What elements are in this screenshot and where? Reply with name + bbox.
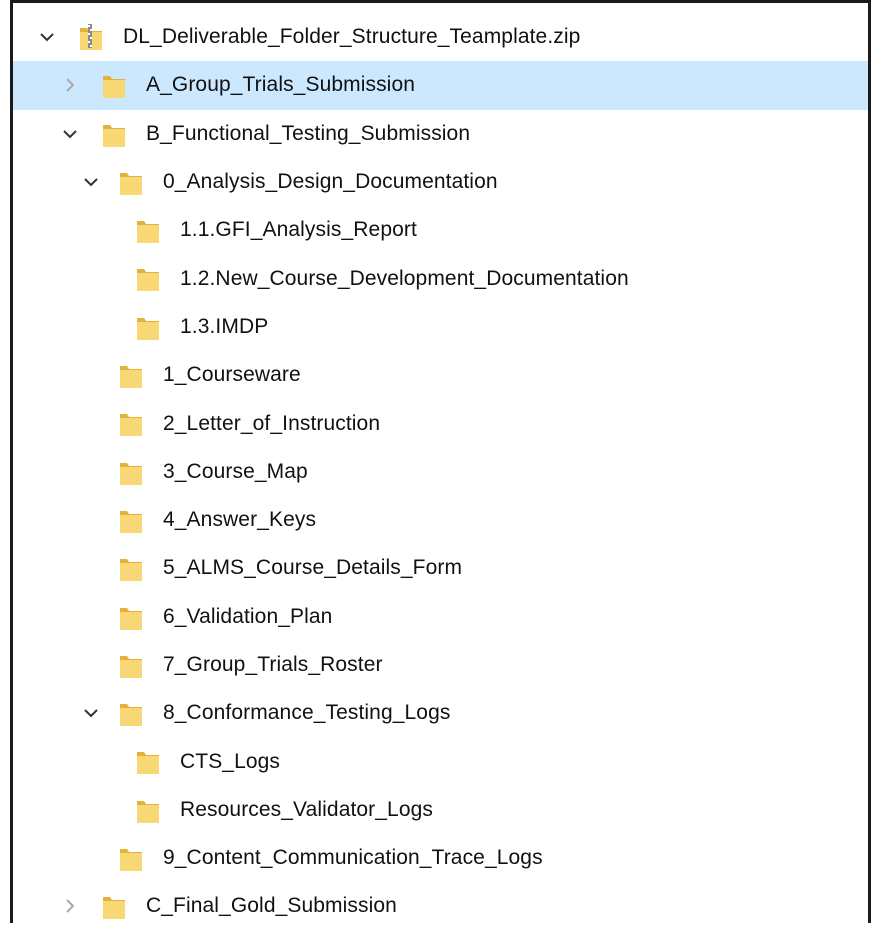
tree-item-label: 1.1.GFI_Analysis_Report	[180, 218, 417, 242]
folder-icon	[135, 312, 161, 342]
tree-item-label: 2_Letter_of_Instruction	[163, 411, 381, 435]
tree-item[interactable]: 0_Analysis_Design_Documentation	[13, 158, 868, 206]
folder-icon	[118, 360, 144, 390]
chevron-down-icon[interactable]	[81, 703, 101, 723]
chevron-right-icon[interactable]	[60, 75, 80, 95]
tree-item[interactable]: 9_Content_Communication_Trace_Logs	[13, 834, 868, 882]
tree-item-label: 1_Courseware	[163, 363, 301, 387]
folder-icon	[101, 891, 127, 921]
tree-item-label: 7_Group_Trials_Roster	[163, 653, 383, 676]
folder-icon	[118, 457, 144, 487]
tree-item[interactable]: 6_Validation_Plan	[13, 593, 868, 641]
folder-icon	[101, 70, 127, 100]
tree-item[interactable]: 7_Group_Trials_Roster	[13, 641, 868, 689]
file-explorer-tree-pane: DL_Deliverable_Folder_Structure_Teamplat…	[10, 0, 871, 923]
folder-icon	[118, 698, 144, 728]
tree-item-label: 9_Content_Communication_Trace_Logs	[163, 846, 543, 870]
tree-item[interactable]: A_Group_Trials_Submission	[13, 61, 868, 110]
folder-icon	[118, 408, 144, 438]
tree-item-label: 8_Conformance_Testing_Logs	[163, 701, 451, 725]
tree-item-label: A_Group_Trials_Submission	[146, 73, 416, 97]
tree-item[interactable]: CTS_Logs	[13, 737, 868, 785]
chevron-down-icon[interactable]	[37, 27, 57, 47]
tree-item[interactable]: 1.3.IMDP	[13, 303, 868, 351]
folder-icon	[135, 746, 161, 776]
tree-item[interactable]: 3_Course_Map	[13, 448, 868, 496]
chevron-right-icon[interactable]	[60, 896, 80, 916]
tree-item-label: 5_ALMS_Course_Details_Form	[163, 556, 463, 580]
tree-item-label: 0_Analysis_Design_Documentation	[163, 170, 498, 194]
tree-item[interactable]: Resources_Validator_Logs	[13, 786, 868, 834]
tree-item-label: C_Final_Gold_Submission	[146, 894, 397, 918]
folder-tree: DL_Deliverable_Folder_Structure_Teamplat…	[13, 13, 868, 931]
tree-item[interactable]: 4_Answer_Keys	[13, 496, 868, 544]
tree-item[interactable]: 1_Courseware	[13, 351, 868, 399]
zip-folder-icon	[78, 22, 104, 52]
tree-item[interactable]: 2_Letter_of_Instruction	[13, 399, 868, 447]
tree-item-label: CTS_Logs	[180, 749, 281, 773]
chevron-down-icon[interactable]	[81, 172, 101, 192]
chevron-down-icon[interactable]	[60, 124, 80, 144]
tree-item-label: 6_Validation_Plan	[163, 604, 333, 628]
folder-icon	[118, 650, 144, 680]
tree-item-label: 3_Course_Map	[163, 459, 308, 483]
tree-item-label: Resources_Validator_Logs	[180, 797, 433, 821]
tree-item[interactable]: C_Final_Gold_Submission	[13, 882, 868, 930]
tree-item[interactable]: B_Functional_Testing_Submission	[13, 110, 868, 158]
folder-icon	[118, 602, 144, 632]
folder-icon	[135, 263, 161, 293]
folder-icon	[118, 553, 144, 583]
tree-item-label: 1.3.IMDP	[180, 314, 269, 338]
folder-icon	[118, 843, 144, 873]
tree-item[interactable]: 1.1.GFI_Analysis_Report	[13, 206, 868, 254]
tree-item-label: B_Functional_Testing_Submission	[146, 121, 471, 145]
tree-item[interactable]: DL_Deliverable_Folder_Structure_Teamplat…	[13, 13, 868, 61]
tree-item-label: DL_Deliverable_Folder_Structure_Teamplat…	[123, 25, 581, 49]
folder-icon	[101, 119, 127, 149]
folder-icon	[118, 167, 144, 197]
tree-item[interactable]: 1.2.New_Course_Development_Documentation	[13, 254, 868, 302]
folder-icon	[135, 795, 161, 825]
folder-icon	[118, 505, 144, 535]
tree-item[interactable]: 5_ALMS_Course_Details_Form	[13, 544, 868, 592]
folder-icon	[135, 215, 161, 245]
tree-item-label: 1.2.New_Course_Development_Documentation	[180, 266, 629, 290]
tree-item[interactable]: 8_Conformance_Testing_Logs	[13, 689, 868, 737]
tree-item-label: 4_Answer_Keys	[163, 508, 317, 532]
